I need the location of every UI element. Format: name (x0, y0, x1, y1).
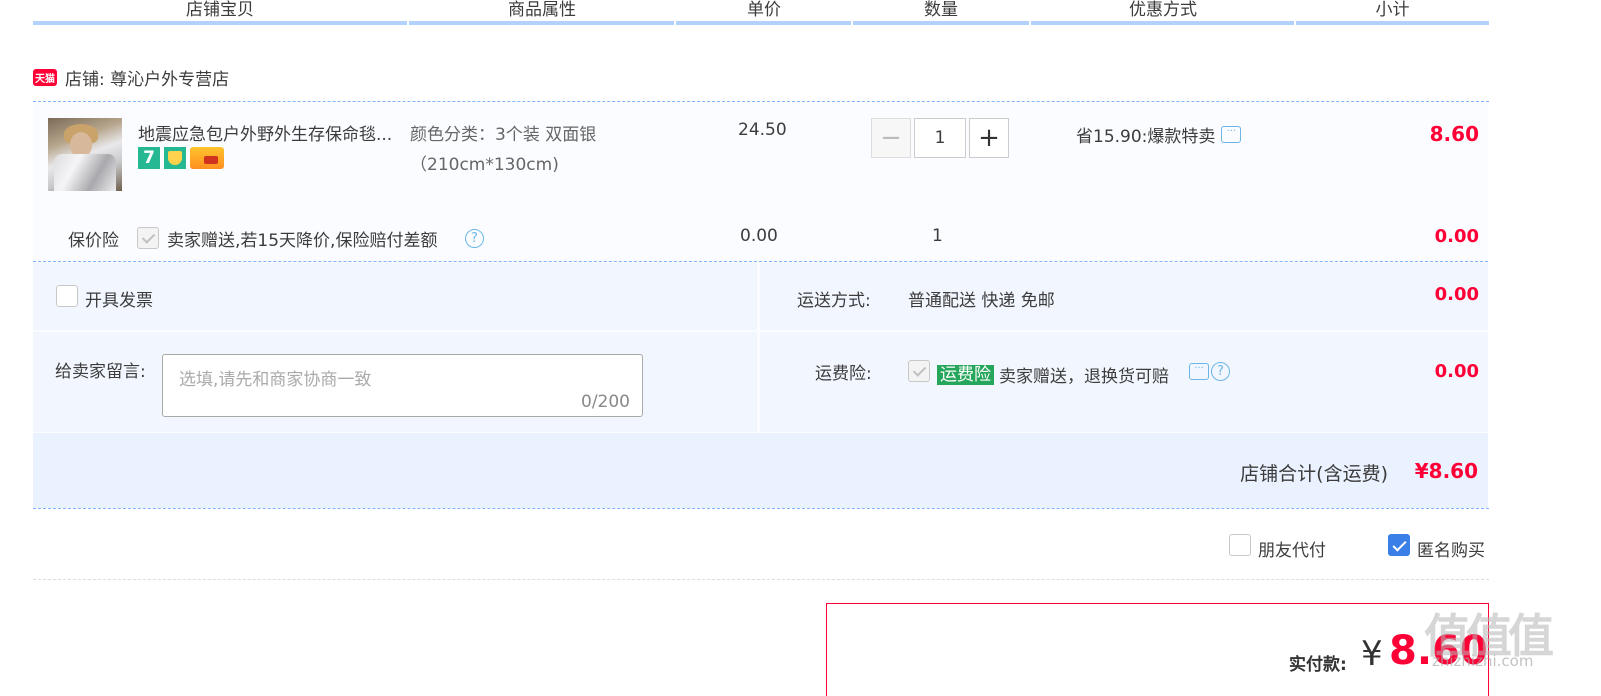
divider (33, 579, 1489, 580)
anonymous-purchase-label[interactable]: 匿名购买 (1417, 536, 1485, 561)
seven-day-return-icon[interactable]: 7 (138, 147, 160, 169)
column-header-subtotal: 小计 (1375, 0, 1410, 20)
freight-insurance-label: 运费险: (815, 364, 872, 384)
price-insurance-label: 保价险 (68, 231, 119, 251)
column-header-price: 单价 (747, 0, 781, 20)
freight-insurance-desc: 卖家赠送，退换货可赔 (999, 367, 1169, 387)
tmall-icon: 天猫 (33, 68, 57, 86)
shop-total-value: ¥8.60 (1414, 459, 1478, 483)
invoice-label[interactable]: 开具发票 (85, 286, 153, 311)
cart-column-headers: 店铺宝贝 商品属性 单价 数量 优惠方式 小计 (33, 0, 1489, 27)
insurance-price: 0.00 (740, 226, 778, 246)
message-placeholder: 选填,请先和商家协商一致 (179, 370, 372, 390)
freight-insurance-checkbox (908, 360, 930, 382)
insurance-subtotal: 0.00 (1434, 226, 1479, 247)
divider (33, 261, 1488, 262)
quantity-stepper: − 1 + (871, 118, 1009, 158)
seller-message-label: 给卖家留言: (55, 362, 146, 382)
product-thumbnail[interactable] (48, 118, 122, 191)
quantity-input[interactable]: 1 (914, 118, 966, 158)
help-icon[interactable]: ? (465, 229, 484, 248)
column-bar (1296, 21, 1489, 25)
shop-total-label: 店铺合计(含运费) (1240, 463, 1388, 485)
freight-insurance-fee: 0.00 (1434, 361, 1479, 382)
product-property: 颜色分类：3个装 双面银（210cm*130cm) (410, 125, 597, 175)
service-badges: 7 (138, 147, 224, 169)
credit-card-icon[interactable] (190, 147, 224, 169)
item-subtotal: 8.60 (1429, 122, 1479, 146)
insurance-quantity: 1 (932, 226, 943, 246)
quantity-decrease-button[interactable]: − (871, 118, 911, 158)
quantity-increase-button[interactable]: + (969, 118, 1009, 158)
divider (33, 508, 1489, 509)
column-header-property: 商品属性 (508, 0, 576, 20)
product-title-link[interactable]: 地震应急包户外野外生存保命毯... (138, 120, 400, 145)
currency-symbol: ¥ (1361, 634, 1383, 674)
invoice-checkbox[interactable] (56, 285, 78, 307)
column-header-discount: 优惠方式 (1129, 0, 1197, 20)
guarantee-icon[interactable] (164, 147, 186, 169)
column-bar (853, 21, 1029, 25)
column-bar (33, 21, 407, 25)
price-insurance-checkbox (137, 227, 159, 249)
unit-price: 24.50 (738, 120, 787, 140)
chat-bubble-icon[interactable]: ··· (1221, 126, 1242, 143)
column-header-item: 店铺宝贝 (186, 0, 254, 20)
actual-payment-label: 实付款: (1289, 655, 1347, 675)
message-char-counter: 0/200 (581, 392, 630, 412)
friend-pay-label[interactable]: 朋友代付 (1258, 536, 1326, 561)
shop-name-link[interactable]: 店铺: 尊沁户外专营店 (65, 65, 229, 90)
divider (33, 101, 1489, 102)
promotion-info: 省15.90:爆款特卖 ··· (1076, 122, 1242, 147)
shipping-fee: 0.00 (1434, 284, 1479, 305)
chat-bubble-icon[interactable]: ··· (1189, 363, 1209, 380)
column-bar (1031, 21, 1294, 25)
promotion-text: 省15.90:爆款特卖 (1076, 127, 1216, 147)
help-icon[interactable]: ? (1211, 362, 1230, 381)
freight-insurance-tag: 运费险 (937, 360, 994, 385)
column-bar (409, 21, 674, 25)
column-header-quantity: 数量 (924, 0, 958, 20)
column-bar (676, 21, 851, 25)
price-insurance-desc: 卖家赠送,若15天降价,保险赔付差额 (167, 231, 438, 251)
shipping-method-value[interactable]: 普通配送 快递 免邮 (908, 286, 1055, 311)
shipping-method-label: 运送方式: (797, 291, 871, 311)
anonymous-purchase-checkbox[interactable] (1388, 534, 1410, 556)
seller-message-textarea[interactable]: 选填,请先和商家协商一致 0/200 (162, 354, 643, 417)
shop-header: 天猫 店铺: 尊沁户外专营店 (33, 65, 229, 90)
friend-pay-checkbox[interactable] (1229, 534, 1251, 556)
shop-total-row: 店铺合计(含运费) ¥8.60 (33, 433, 1488, 508)
site-watermark-url: zhizhizhi.com (1432, 652, 1534, 670)
